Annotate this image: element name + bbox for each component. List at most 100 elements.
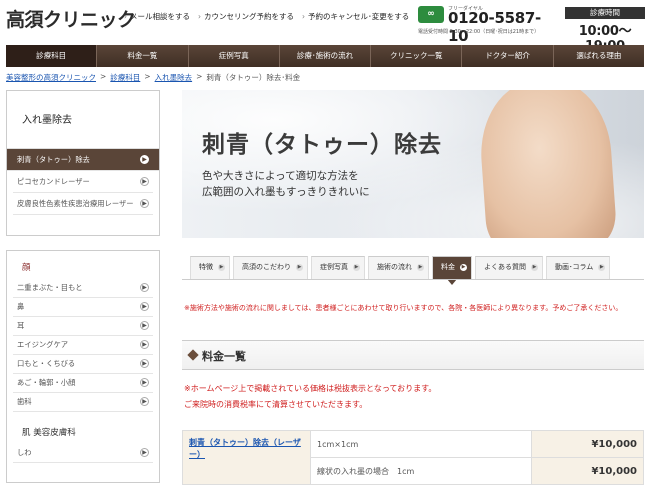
arrow-right-icon: ▶ (140, 177, 149, 186)
sidebar-item-label: 二重まぶた・目もと (17, 283, 83, 292)
arrow-right-icon: ▶ (140, 302, 149, 311)
sidebar-item-jaw[interactable]: あご・輪郭・小顔 ▶ (13, 374, 153, 393)
price-item-link[interactable]: 刺青（タトゥー）除去（レーザー） (189, 438, 301, 459)
counseling-reserve-link[interactable]: カウンセリング予約をする (198, 11, 294, 22)
sidebar-item-label: 皮膚良性色素性疾患治療用レーザー (17, 199, 134, 208)
tab-label: 特徴 (199, 263, 213, 271)
hero-subtitle-1: 色や大きさによって適切な方法を (202, 170, 359, 182)
breadcrumb: 美容整形の高須クリニック > 診療科目 > 入れ墨除去 > 刺青（タトゥー）除去… (6, 72, 300, 83)
sidebar-item-label: 歯科 (17, 397, 32, 406)
sidebar-cat-skin: 肌 美容皮膚科 (22, 428, 76, 438)
arrow-right-icon: ▶ (140, 199, 149, 208)
tel-hours: 電話受付時間 9:30～22:00（日曜･祝日は21時まで） (418, 29, 540, 35)
tab-case-photos[interactable]: 症例写真 ▶ (311, 256, 365, 279)
sidebar-item-mouth[interactable]: 口もと・くちびる ▶ (13, 355, 153, 374)
arrow-right-icon: ▶ (140, 321, 149, 330)
tab-label: 施術の流れ (377, 263, 412, 271)
freedial-icon: ∞ (418, 6, 444, 23)
tabs-divider (182, 279, 644, 280)
hero-banner: 刺青（タトゥー）除去 色や大きさによって適切な方法を 広範囲の入れ墨もすっきりき… (182, 90, 644, 238)
arrow-right-icon: ▶ (353, 264, 360, 271)
sidebar-item-nose[interactable]: 鼻 ▶ (13, 298, 153, 317)
section-title-text: 料金一覧 (202, 350, 246, 363)
diamond-icon (187, 349, 199, 361)
sidebar-item-label: あご・輪郭・小顔 (17, 378, 76, 387)
sidebar-menu: 顔 二重まぶた・目もと ▶ 鼻 ▶ 耳 ▶ エイジングケア ▶ 口もと・くちびる ▶ あご… (6, 250, 160, 483)
breadcrumb-home[interactable]: 美容整形の高須クリニック (6, 72, 96, 83)
sidebar-item-label: 刺青（タトゥー）除去 (17, 155, 90, 164)
tab-video-column[interactable]: 動画･コラム ▶ (546, 256, 611, 279)
arrow-right-icon: ▶ (140, 359, 149, 368)
mail-consult-link[interactable]: メール相談をする (124, 11, 190, 22)
price-item-name[interactable]: 刺青（タトゥー）除去（レーザー） (182, 430, 311, 485)
sidebar-item-dental[interactable]: 歯科 ▶ (13, 393, 153, 412)
tab-label: 症例写真 (320, 263, 348, 271)
tab-label: よくある質問 (484, 263, 526, 271)
sidebar-item-aging-care[interactable]: エイジングケア ▶ (13, 336, 153, 355)
nav-doctors[interactable]: ドクター紹介 (462, 45, 554, 67)
clinic-hours: 診療時間 10:00～19:00 (565, 7, 645, 54)
arrow-right-icon: ▶ (218, 264, 225, 271)
sidebar-item-wrinkles[interactable]: しわ ▶ (13, 444, 153, 463)
nav-clinic-list[interactable]: クリニック一覧 (371, 45, 463, 67)
content-tabs: 特徴 ▶ 高須のこだわり ▶ 症例写真 ▶ 施術の流れ ▶ 料金 ▶ よくある質問 ▶ 動画… (190, 256, 611, 285)
breadcrumb-departments[interactable]: 診療科目 (110, 72, 140, 83)
sidebar-cat-face: 顔 (22, 263, 31, 273)
sidebar-item-label: 鼻 (17, 302, 25, 311)
hero-body-image (476, 90, 618, 238)
sidebar-item-pigment-laser[interactable]: 皮膚良性色素性疾患治療用レーザー ▶ (13, 193, 153, 215)
nav-treatment-flow[interactable]: 診療･施術の流れ (280, 45, 372, 67)
tel-number[interactable]: 0120-5587-10 (448, 9, 558, 45)
tab-features[interactable]: 特徴 ▶ (190, 256, 230, 279)
site-header: 高須クリニック メール相談をする カウンセリング予約をする 予約のキャンセル･変… (0, 0, 650, 54)
nav-price-list[interactable]: 料金一覧 (97, 45, 189, 67)
sidebar-category: 入れ墨除去 刺青（タトゥー）除去 ▶ ピコセカンドレーザー ▶ 皮膚良性色素性疾患治… (6, 90, 160, 236)
arrow-right-icon: ▶ (140, 155, 149, 164)
nav-reasons[interactable]: 選ばれる理由 (554, 45, 644, 67)
tab-faq[interactable]: よくある質問 ▶ (475, 256, 543, 279)
arrow-right-icon: ▶ (417, 264, 424, 271)
breadcrumb-tattoo[interactable]: 入れ墨除去 (155, 72, 193, 83)
nav-case-photos[interactable]: 症例写真 (189, 45, 280, 67)
treatment-note: ※施術方法や施術の流れに関しましては、患者様ごとにあわせて取り行いますので、各院… (184, 304, 623, 312)
tax-note-2: ご来院時の消費税率にて清算させていただきます。 (184, 400, 368, 409)
breadcrumb-current: 刺青（タトゥー）除去･料金 (206, 73, 301, 82)
sidebar-item-label: しわ (17, 448, 32, 457)
breadcrumb-sep: > (144, 72, 151, 81)
table-row: 刺青（タトゥー）除去（レーザー） 1cm×1cm ¥10,000 (182, 430, 644, 485)
sidebar-item-tattoo-removal[interactable]: 刺青（タトゥー）除去 ▶ (7, 149, 159, 171)
arrow-right-icon: ▶ (140, 378, 149, 387)
price-value: ¥10,000 (531, 457, 644, 485)
price-desc: 1cm×1cm (310, 430, 532, 458)
sidebar-item-ears[interactable]: 耳 ▶ (13, 317, 153, 336)
arrow-right-icon: ▶ (140, 397, 149, 406)
sidebar-item-eyes[interactable]: 二重まぶた・目もと ▶ (13, 279, 153, 298)
price-value: ¥10,000 (531, 430, 644, 458)
section-heading: 料金一覧 (182, 340, 644, 370)
hero-subtitle-2: 広範囲の入れ墨もすっきりきれいに (202, 186, 370, 198)
tel-block: ∞ フリーダイヤル 0120-5587-10 電話受付時間 9:30～22:00… (418, 5, 558, 45)
arrow-right-icon: ▶ (460, 264, 467, 271)
arrow-right-icon: ▶ (140, 283, 149, 292)
global-nav: 診療科目 料金一覧 症例写真 診療･施術の流れ クリニック一覧 ドクター紹介 選… (6, 45, 644, 67)
sidebar-title: 入れ墨除去 (7, 91, 159, 149)
tab-flow[interactable]: 施術の流れ ▶ (368, 256, 429, 279)
sidebar-item-picosecond[interactable]: ピコセカンドレーザー ▶ (13, 171, 153, 193)
tab-label: 動画･コラム (555, 263, 594, 271)
sidebar-item-label: エイジングケア (17, 340, 69, 349)
price-table: 刺青（タトゥー）除去（レーザー） 1cm×1cm ¥10,000 線状の入れ墨の… (182, 430, 644, 485)
price-desc: 線状の入れ墨の場合 1cm (310, 457, 532, 485)
reserve-change-link[interactable]: 予約のキャンセル･変更をする (302, 11, 409, 22)
sidebar-item-label: 耳 (17, 321, 25, 330)
tab-price[interactable]: 料金 ▶ (432, 256, 472, 285)
page-title: 刺青（タトゥー）除去 (202, 132, 442, 158)
sidebar-item-label: ピコセカンドレーザー (17, 177, 90, 186)
clinic-logo[interactable]: 高須クリニック (6, 5, 136, 32)
hours-title: 診療時間 (565, 7, 645, 19)
tax-note-1: ※ホームページ上で掲載されている価格は税抜表示となっております。 (184, 384, 437, 393)
nav-departments[interactable]: 診療科目 (6, 45, 98, 67)
sidebar-item-label: 口もと・くちびる (17, 359, 76, 368)
arrow-right-icon: ▶ (531, 264, 538, 271)
tab-commitment[interactable]: 高須のこだわり ▶ (233, 256, 308, 279)
arrow-right-icon: ▶ (598, 264, 606, 271)
